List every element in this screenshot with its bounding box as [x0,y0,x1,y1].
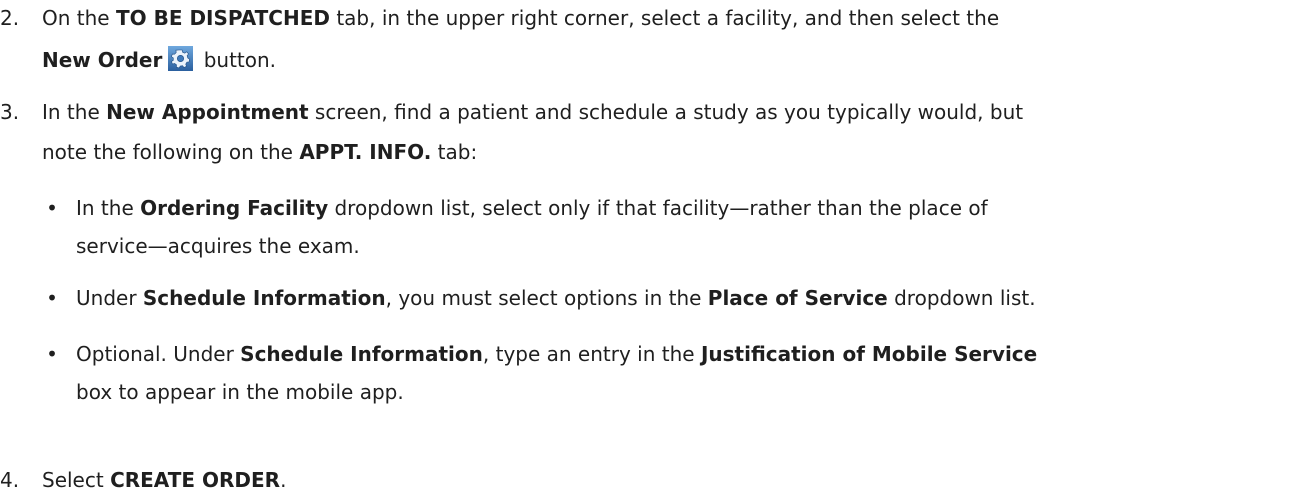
section-name-schedule-information: Schedule Information [240,342,483,366]
step-text: In the [42,100,107,124]
bullet-line: box to appear in the mobile app. [76,374,1296,410]
step-text: . [280,468,287,492]
bullet-text: Under [76,286,143,310]
bullet-line: Under Schedule Information, you must sel… [76,280,1296,316]
step-text: tab, in the upper right corner, select a… [329,6,1000,30]
bullet-text: In the [76,196,141,220]
step-2-line-2: New Order button. [42,42,1292,78]
field-name-place-of-service: Place of Service [707,286,888,310]
step-4-line-1: Select CREATE ORDER. [42,462,1292,498]
step-3-line-1: In the New Appointment screen, find a pa… [42,94,1292,130]
step-text: screen, find a patient and schedule a st… [308,100,1024,124]
help-document: 2. On the TO BE DISPATCHED tab, in the u… [0,0,1303,499]
step-2-line-1: On the TO BE DISPATCHED tab, in the uppe… [42,0,1292,36]
step-text: note the following on the [42,140,300,164]
bullet-text: box to appear in the mobile app. [76,380,404,404]
bullet-marker: • [46,342,58,366]
section-name-schedule-information: Schedule Information [142,286,386,310]
step-number: 4. [0,468,20,492]
step-text: Select [42,468,111,492]
gear-settings-icon [168,46,194,71]
bullet-marker: • [46,196,58,220]
bullet-text: service—acquires the exam. [76,234,360,258]
bullet-marker: • [46,286,58,310]
step-text: tab: [431,140,478,164]
field-name-ordering-facility: Ordering Facility [140,196,329,220]
button-name-create-order: CREATE ORDER [110,468,281,492]
step-number: 3. [0,100,20,124]
tab-name-appt-info: APPT. INFO. [299,140,432,164]
screen-name-new-appointment: New Appointment [106,100,309,124]
bullet-text: , you must select options in the [385,286,708,310]
step-text: button. [197,48,277,72]
bullet-text: dropdown list. [887,286,1036,310]
field-name-justification-of-mobile-service: Justification of Mobile Service [700,342,1038,366]
step-number: 2. [0,6,20,30]
button-name-new-order: New Order [42,48,163,72]
bullet-line: Optional. Under Schedule Information, ty… [76,336,1296,372]
bullet-line: service—acquires the exam. [76,228,1296,264]
bullet-line: In the Ordering Facility dropdown list, … [76,190,1296,226]
bullet-text: , type an entry in the [482,342,701,366]
step-3-line-2: note the following on the APPT. INFO. ta… [42,134,1292,170]
step-text: On the [42,6,116,30]
bullet-text: dropdown list, select only if that facil… [328,196,988,220]
bullet-text: Optional. Under [76,342,241,366]
tab-name-to-be-dispatched: TO BE DISPATCHED [115,6,330,30]
